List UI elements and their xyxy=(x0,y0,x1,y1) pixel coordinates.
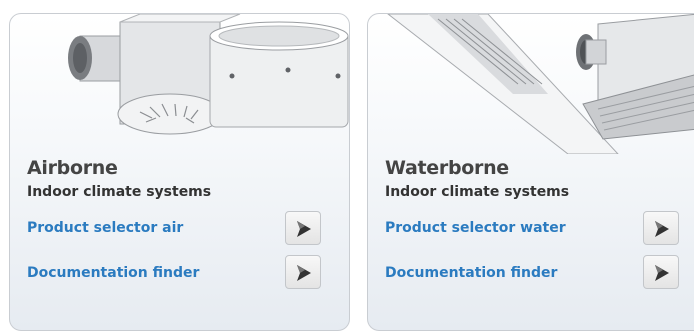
documentation-finder-link[interactable]: Documentation finder xyxy=(385,265,557,281)
product-selector-air-link[interactable]: Product selector air xyxy=(27,220,183,236)
documentation-finder-link[interactable]: Documentation finder xyxy=(27,265,199,281)
card-title: Airborne xyxy=(27,157,118,179)
ceiling-cassette-image xyxy=(387,14,694,154)
documentation-finder-button[interactable] xyxy=(285,255,321,289)
airborne-card: Airborne Indoor climate systems Product … xyxy=(9,13,350,331)
documentation-finder-button[interactable] xyxy=(643,255,679,289)
card-subtitle: Indoor climate systems xyxy=(27,184,212,200)
arrow-right-icon xyxy=(297,221,311,237)
arrow-right-icon xyxy=(655,265,669,281)
arrow-right-icon xyxy=(655,221,669,237)
product-selector-water-link[interactable]: Product selector water xyxy=(385,220,566,236)
card-title: Waterborne xyxy=(385,157,509,179)
card-subtitle: Indoor climate systems xyxy=(385,184,570,200)
product-selector-water-button[interactable] xyxy=(643,211,679,245)
air-diffuser-image xyxy=(68,14,349,135)
product-selector-air-button[interactable] xyxy=(285,211,321,245)
waterborne-card: Waterborne Indoor climate systems Produc… xyxy=(367,13,694,331)
arrow-right-icon xyxy=(297,265,311,281)
